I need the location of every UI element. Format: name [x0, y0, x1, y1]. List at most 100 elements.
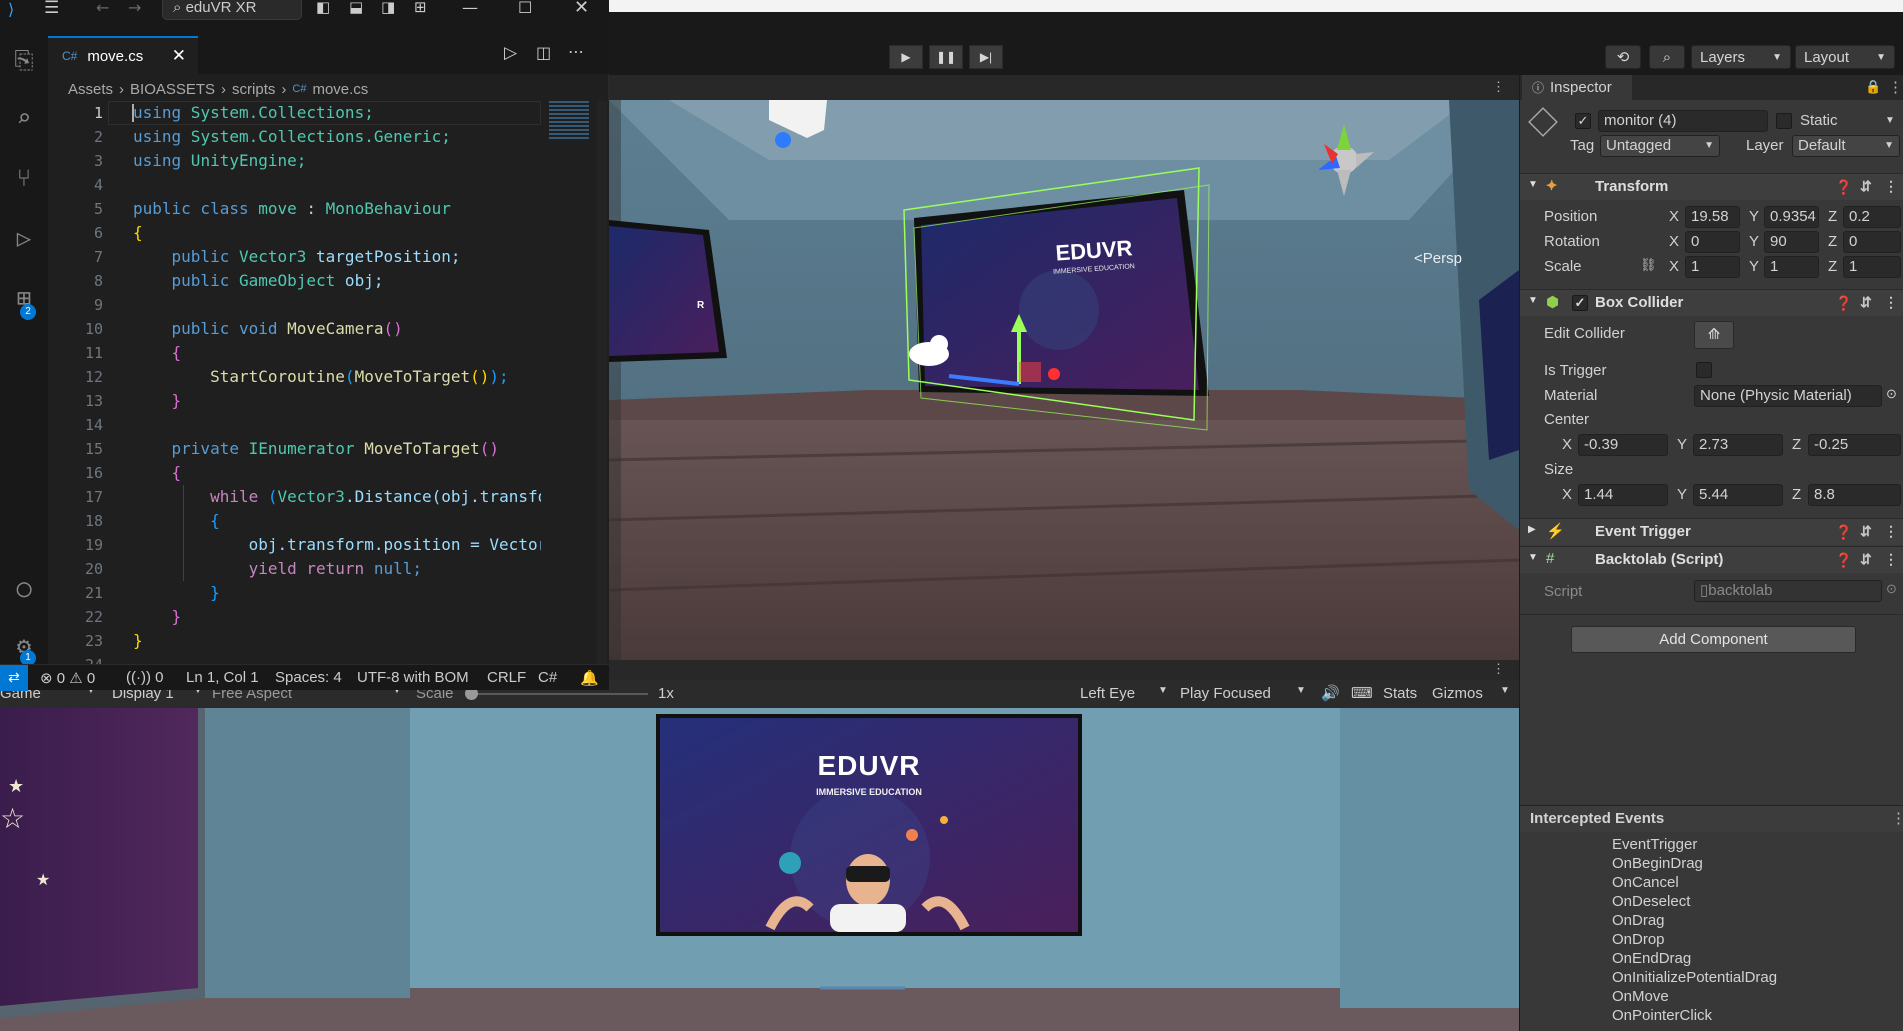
stats-button[interactable]: Stats [1383, 685, 1417, 702]
preset-icon[interactable]: ⇵ [1860, 178, 1872, 195]
object-picker-icon[interactable]: ⊙ [1886, 386, 1897, 402]
search-button[interactable]: ⌕ [1649, 45, 1685, 69]
size-z-field[interactable]: 8.8 [1808, 484, 1901, 506]
close-tab-icon[interactable]: ✕ [172, 46, 186, 66]
breadcrumb-item[interactable]: BIOASSETS [130, 81, 215, 98]
toggle-panel-icon[interactable]: ⬓ [349, 0, 363, 16]
position-x-field[interactable]: 19.58 [1685, 206, 1740, 228]
layout-dropdown[interactable]: Layout ▼ [1795, 45, 1895, 69]
position-z-field[interactable]: 0.2 [1843, 206, 1901, 228]
more-menu-icon[interactable]: ⋮ [1884, 523, 1898, 540]
layer-dropdown[interactable]: Default ▼ [1792, 135, 1900, 157]
step-button[interactable]: ▶| [969, 45, 1003, 69]
position-y-field[interactable]: 0.9354 [1764, 206, 1819, 228]
tab-move-cs[interactable]: C# move.cs ✕ [48, 36, 198, 74]
scene-view[interactable]: R EDUVR IMMERSIVE EDUCATION <Persp [609, 100, 1519, 660]
search-icon[interactable]: ⌕ [6, 100, 42, 136]
mute-audio-icon[interactable]: 🔊 [1321, 684, 1340, 702]
gizmos-button[interactable]: Gizmos [1432, 685, 1483, 702]
menu-icon[interactable]: ☰ [44, 0, 59, 18]
minimize-icon[interactable]: — [462, 0, 478, 17]
more-menu-icon[interactable]: ⋮ [1492, 79, 1505, 95]
more-menu-icon[interactable]: ⋮ [1492, 661, 1505, 677]
persp-label[interactable]: <Persp [1414, 250, 1462, 267]
back-arrow-icon[interactable]: ← [96, 0, 109, 17]
breadcrumb-item[interactable]: scripts [232, 81, 275, 98]
breadcrumb-item[interactable]: Assets [68, 81, 113, 98]
problems-indicator[interactable]: ⊗ 0 ⚠ 0 [40, 669, 95, 687]
command-center-search[interactable]: ⌕ eduVR XR [162, 0, 302, 20]
eye-dropdown[interactable]: Left Eye [1080, 685, 1135, 702]
game-view[interactable]: EDUVR IMMERSIVE EDUCATION ★ ☆ ★ [0, 708, 1519, 1031]
forward-arrow-icon[interactable]: → [128, 0, 141, 17]
toggle-primary-sidebar-icon[interactable]: ◧ [316, 0, 330, 16]
remote-indicator[interactable]: ⇄ [0, 665, 28, 691]
more-menu-icon[interactable]: ⋮ [1891, 809, 1903, 827]
ports-indicator[interactable]: ((·)) 0 [126, 669, 164, 686]
play-mode-dropdown[interactable]: Play Focused [1180, 685, 1271, 702]
code-editor[interactable]: 1 2 3 4 5 6 7 8 9 10 11 12 13 14 15 16 1… [48, 101, 541, 664]
accounts-icon[interactable]: ◯ [6, 570, 42, 606]
cursor-position[interactable]: Ln 1, Col 1 [186, 669, 259, 686]
scale-x-field[interactable]: 1 [1685, 256, 1740, 278]
preset-icon[interactable]: ⇵ [1860, 523, 1872, 540]
help-icon[interactable]: ❓ [1835, 179, 1852, 196]
active-checkbox[interactable]: ✓ [1575, 113, 1591, 129]
size-x-field[interactable]: 1.44 [1578, 484, 1668, 506]
constrain-link-icon[interactable]: ⛓ [1640, 257, 1657, 273]
box-collider-enabled-checkbox[interactable]: ✓ [1572, 295, 1588, 311]
scrollbar[interactable] [597, 101, 607, 664]
lock-icon[interactable]: 🔒 [1865, 79, 1881, 95]
center-z-field[interactable]: -0.25 [1808, 434, 1901, 456]
minimap[interactable] [541, 101, 609, 664]
rotation-x-field[interactable]: 0 [1685, 231, 1740, 253]
size-y-field[interactable]: 5.44 [1693, 484, 1783, 506]
run-debug-icon[interactable]: ▷ [6, 220, 42, 256]
toggle-secondary-sidebar-icon[interactable]: ◨ [381, 0, 395, 16]
customize-layout-icon[interactable]: ⊞ [414, 0, 427, 16]
more-actions-icon[interactable]: ⋯ [568, 42, 584, 61]
material-field[interactable]: None (Physic Material) [1694, 385, 1882, 407]
explorer-icon[interactable]: ⎘ [6, 42, 42, 78]
keyboard-icon[interactable]: ⌨ [1351, 684, 1373, 702]
object-name-field[interactable]: monitor (4) [1598, 110, 1768, 132]
source-control-icon[interactable]: ⑂ [6, 160, 42, 196]
bell-icon[interactable]: 🔔 [580, 669, 599, 687]
edit-collider-button[interactable]: ⟰ [1694, 321, 1734, 349]
undo-history-button[interactable]: ⟲ [1605, 45, 1641, 69]
scale-y-field[interactable]: 1 [1764, 256, 1819, 278]
more-menu-icon[interactable]: ⋮ [1884, 294, 1898, 311]
run-icon[interactable]: ▷ [504, 43, 517, 63]
more-menu-icon[interactable]: ⋮ [1884, 178, 1898, 195]
preset-icon[interactable]: ⇵ [1860, 551, 1872, 568]
rotation-y-field[interactable]: 90 [1764, 231, 1819, 253]
center-x-field[interactable]: -0.39 [1578, 434, 1668, 456]
language-mode[interactable]: C# [538, 669, 557, 686]
split-editor-icon[interactable]: ◫ [536, 43, 551, 62]
end-of-line[interactable]: CRLF [487, 669, 526, 686]
event-trigger-header[interactable]: ▶ ⚡ Event Trigger ❓ ⇵ ⋮ [1520, 518, 1903, 545]
pause-button[interactable]: ❚❚ [929, 45, 963, 69]
is-trigger-checkbox[interactable] [1696, 362, 1712, 378]
chevron-down-icon[interactable]: ▼ [1885, 115, 1895, 126]
more-menu-icon[interactable]: ⋮ [1888, 78, 1903, 96]
help-icon[interactable]: ❓ [1835, 524, 1852, 541]
tag-dropdown[interactable]: Untagged ▼ [1600, 135, 1720, 157]
breadcrumb-item[interactable]: move.cs [312, 81, 368, 98]
scale-z-field[interactable]: 1 [1843, 256, 1901, 278]
close-icon[interactable]: ✕ [574, 0, 589, 18]
add-component-button[interactable]: Add Component [1571, 626, 1856, 653]
inspector-tab[interactable]: ⓘ Inspector [1522, 75, 1632, 100]
transform-header[interactable]: ▼ ⯌ Transform ❓ ⇵ ⋮ [1520, 173, 1903, 200]
play-button[interactable]: ▶ [889, 45, 923, 69]
indentation[interactable]: Spaces: 4 [275, 669, 342, 686]
maximize-icon[interactable]: ☐ [518, 0, 532, 17]
preset-icon[interactable]: ⇵ [1860, 294, 1872, 311]
box-collider-header[interactable]: ▼ ⬢ ✓ Box Collider ❓ ⇵ ⋮ [1520, 289, 1903, 316]
layers-dropdown[interactable]: Layers ▼ [1691, 45, 1791, 69]
more-menu-icon[interactable]: ⋮ [1884, 551, 1898, 568]
rotation-z-field[interactable]: 0 [1843, 231, 1901, 253]
static-checkbox[interactable] [1776, 113, 1792, 129]
scale-slider-track[interactable] [468, 693, 648, 695]
backtolab-header[interactable]: ▼ # Backtolab (Script) ❓ ⇵ ⋮ [1520, 546, 1903, 573]
